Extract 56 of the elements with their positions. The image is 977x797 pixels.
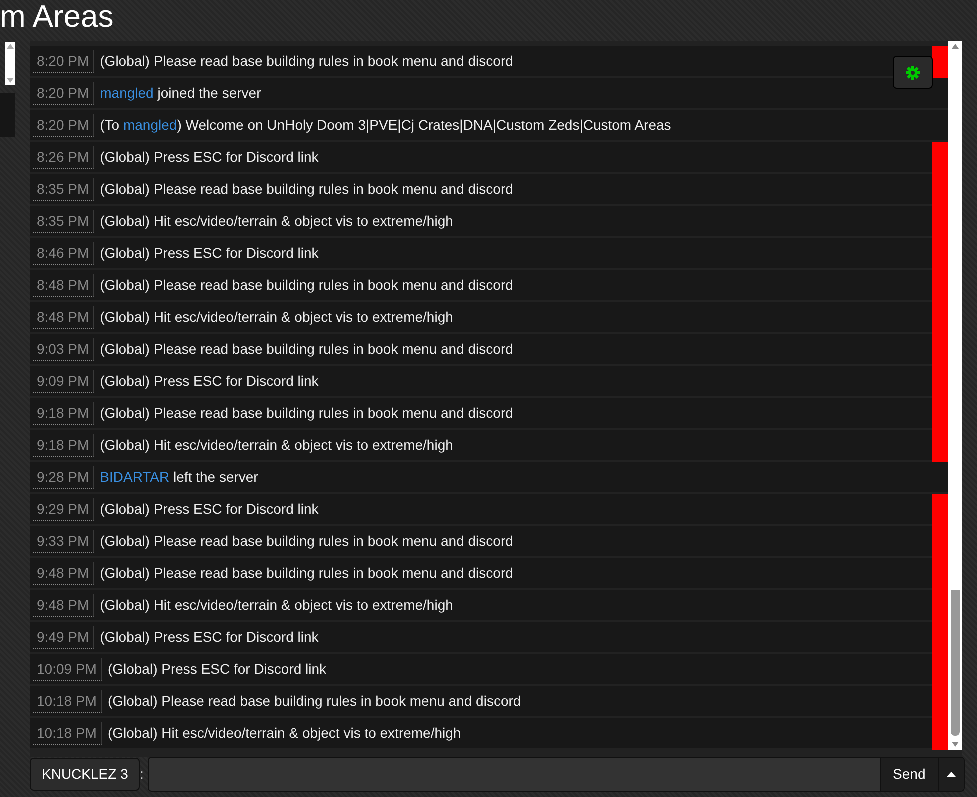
separator: :: [140, 766, 144, 782]
timestamp: 8:48 PM: [33, 306, 94, 328]
chat-message: (Global) Please read base building rules in book menu and discord: [106, 693, 522, 709]
chat-message: mangled joined the server: [99, 85, 262, 101]
scroll-up-icon[interactable]: [6, 44, 14, 49]
chat-message: (Global) Press ESC for Discord link: [99, 149, 320, 165]
timestamp: 8:20 PM: [33, 82, 94, 104]
timestamp: 9:18 PM: [33, 434, 94, 456]
chat-message: (Global) Please read base building rules in book menu and discord: [99, 565, 514, 581]
chat-message: (Global) Hit esc/video/terrain & object vis to extreme/high: [99, 437, 454, 453]
timestamp: 10:09 PM: [33, 658, 102, 680]
chat-message: (Global) Hit esc/video/terrain & object vis to extreme/high: [99, 309, 454, 325]
timestamp: 9:33 PM: [33, 530, 94, 552]
chat-message: (Global) Hit esc/video/terrain & object vis to extreme/high: [106, 725, 462, 741]
timestamp: 9:03 PM: [33, 338, 94, 360]
name-button[interactable]: KNUCKLEZ 3: [30, 758, 140, 790]
timestamp: 9:49 PM: [33, 626, 94, 648]
chat-message: (Global) Hit esc/video/terrain & object vis to extreme/high: [99, 213, 454, 229]
timestamp: 9:29 PM: [33, 498, 94, 520]
timestamp: 9:48 PM: [33, 594, 94, 616]
chat-message: (Global) Press ESC for Discord link: [99, 373, 320, 389]
chat-message: (Global) Press ESC for Discord link: [99, 245, 320, 261]
timestamp: 8:48 PM: [33, 274, 94, 296]
chat-message: (Global) Hit esc/video/terrain & object vis to extreme/high: [99, 597, 454, 613]
settings-button[interactable]: [893, 56, 933, 89]
chat-message: (Global) Press ESC for Discord link: [99, 501, 320, 517]
chat-message: (Global) Press ESC for Discord link: [99, 629, 320, 645]
timestamp: 9:28 PM: [33, 466, 94, 488]
timestamp: 8:35 PM: [33, 178, 94, 200]
timestamp: 8:20 PM: [33, 114, 94, 136]
settings-icon: [906, 66, 920, 80]
scrollbar[interactable]: [948, 41, 962, 750]
list-box[interactable]: [5, 42, 15, 85]
chat-message: (Global) Please read base building rules in book menu and discord: [99, 277, 514, 293]
timestamp: 8:46 PM: [33, 242, 94, 264]
page-title: m Areas: [0, 0, 115, 36]
chat-message: (To mangled) Welcome on UnHoly Doom 3|PVE|Cj Crates|DNA|Custom Zeds|Custom Areas: [99, 117, 672, 133]
chat-message: (Global) Please read base building rules in book menu and discord: [99, 181, 514, 197]
timestamp: 8:26 PM: [33, 146, 94, 168]
chat-message: (Global) Please read base building rules in book menu and discord: [99, 53, 514, 69]
chat-message: (Global) Please read base building rules in book menu and discord: [99, 533, 514, 549]
timestamp: 9:18 PM: [33, 402, 94, 424]
scroll-down-icon[interactable]: [6, 78, 14, 83]
scroll-down-icon[interactable]: [952, 742, 958, 747]
timestamp: 10:18 PM: [33, 722, 102, 744]
timestamp: 10:18 PM: [33, 690, 102, 712]
chat-message: BIDARTAR left the server: [99, 469, 260, 485]
timestamp: 9:48 PM: [33, 562, 94, 584]
chat-message: (Global) Press ESC for Discord link: [106, 661, 328, 677]
chat-message: (Global) Please read base building rules in book menu and discord: [99, 405, 514, 421]
timestamp: 9:09 PM: [33, 370, 94, 392]
scroll-up-icon[interactable]: [952, 44, 958, 49]
chat-message: (Global) Please read base building rules in book menu and discord: [99, 341, 514, 357]
scroll-thumb[interactable]: [950, 590, 960, 736]
timestamp: 8:20 PM: [33, 50, 94, 72]
timestamp: 8:35 PM: [33, 210, 94, 232]
